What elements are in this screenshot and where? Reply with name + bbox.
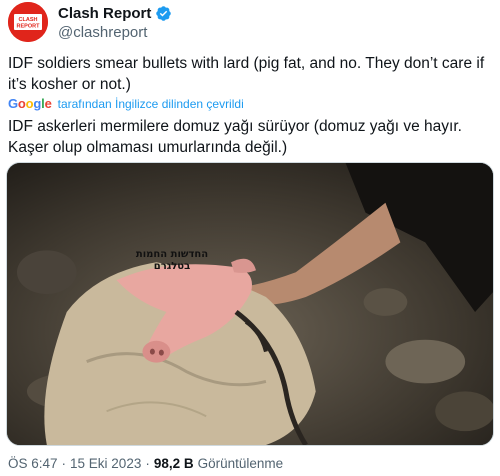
tweet-time[interactable]: ÖS 6:47 [8,456,58,471]
svg-text:REPORT: REPORT [17,24,41,30]
view-label: Görüntülenme [197,456,284,471]
name-row: Clash Report [58,5,172,22]
meta-separator: · [145,456,150,471]
avatar[interactable]: CLASH REPORT [8,2,48,42]
tweet-media-image[interactable]: החדשות החמות בטלגרם [6,162,494,446]
display-name[interactable]: Clash Report [58,5,151,22]
media-photo [7,163,493,445]
translated-text: IDF askerleri mermilere domuz yağı sürüy… [8,118,462,156]
verified-badge-icon[interactable] [155,5,172,22]
avatar-logo-icon: CLASH REPORT [8,2,48,42]
tweet-header: CLASH REPORT Clash Report @clashreport [8,2,488,42]
handle[interactable]: @clashreport [58,24,147,41]
translation-attribution: Google tarafından İngilizce dilinden çev… [8,96,244,111]
translation-label[interactable]: tarafından İngilizce dilinden çevrildi [58,97,244,111]
tweet-text: IDF soldiers smear bullets with lard (pi… [8,55,485,93]
media-overlay-caption: החדשות החמות בטלגרם [135,249,209,272]
meta-separator: · [61,456,67,471]
svg-text:CLASH: CLASH [19,17,38,23]
tweet-date[interactable]: 15 Eki 2023 [70,456,141,471]
tweet-meta: ÖS 6:47 · 15 Eki 2023 · 98,2 B Görüntüle… [8,456,283,471]
view-count: 98,2 B [153,456,194,471]
google-logo-icon: Google [8,96,52,111]
